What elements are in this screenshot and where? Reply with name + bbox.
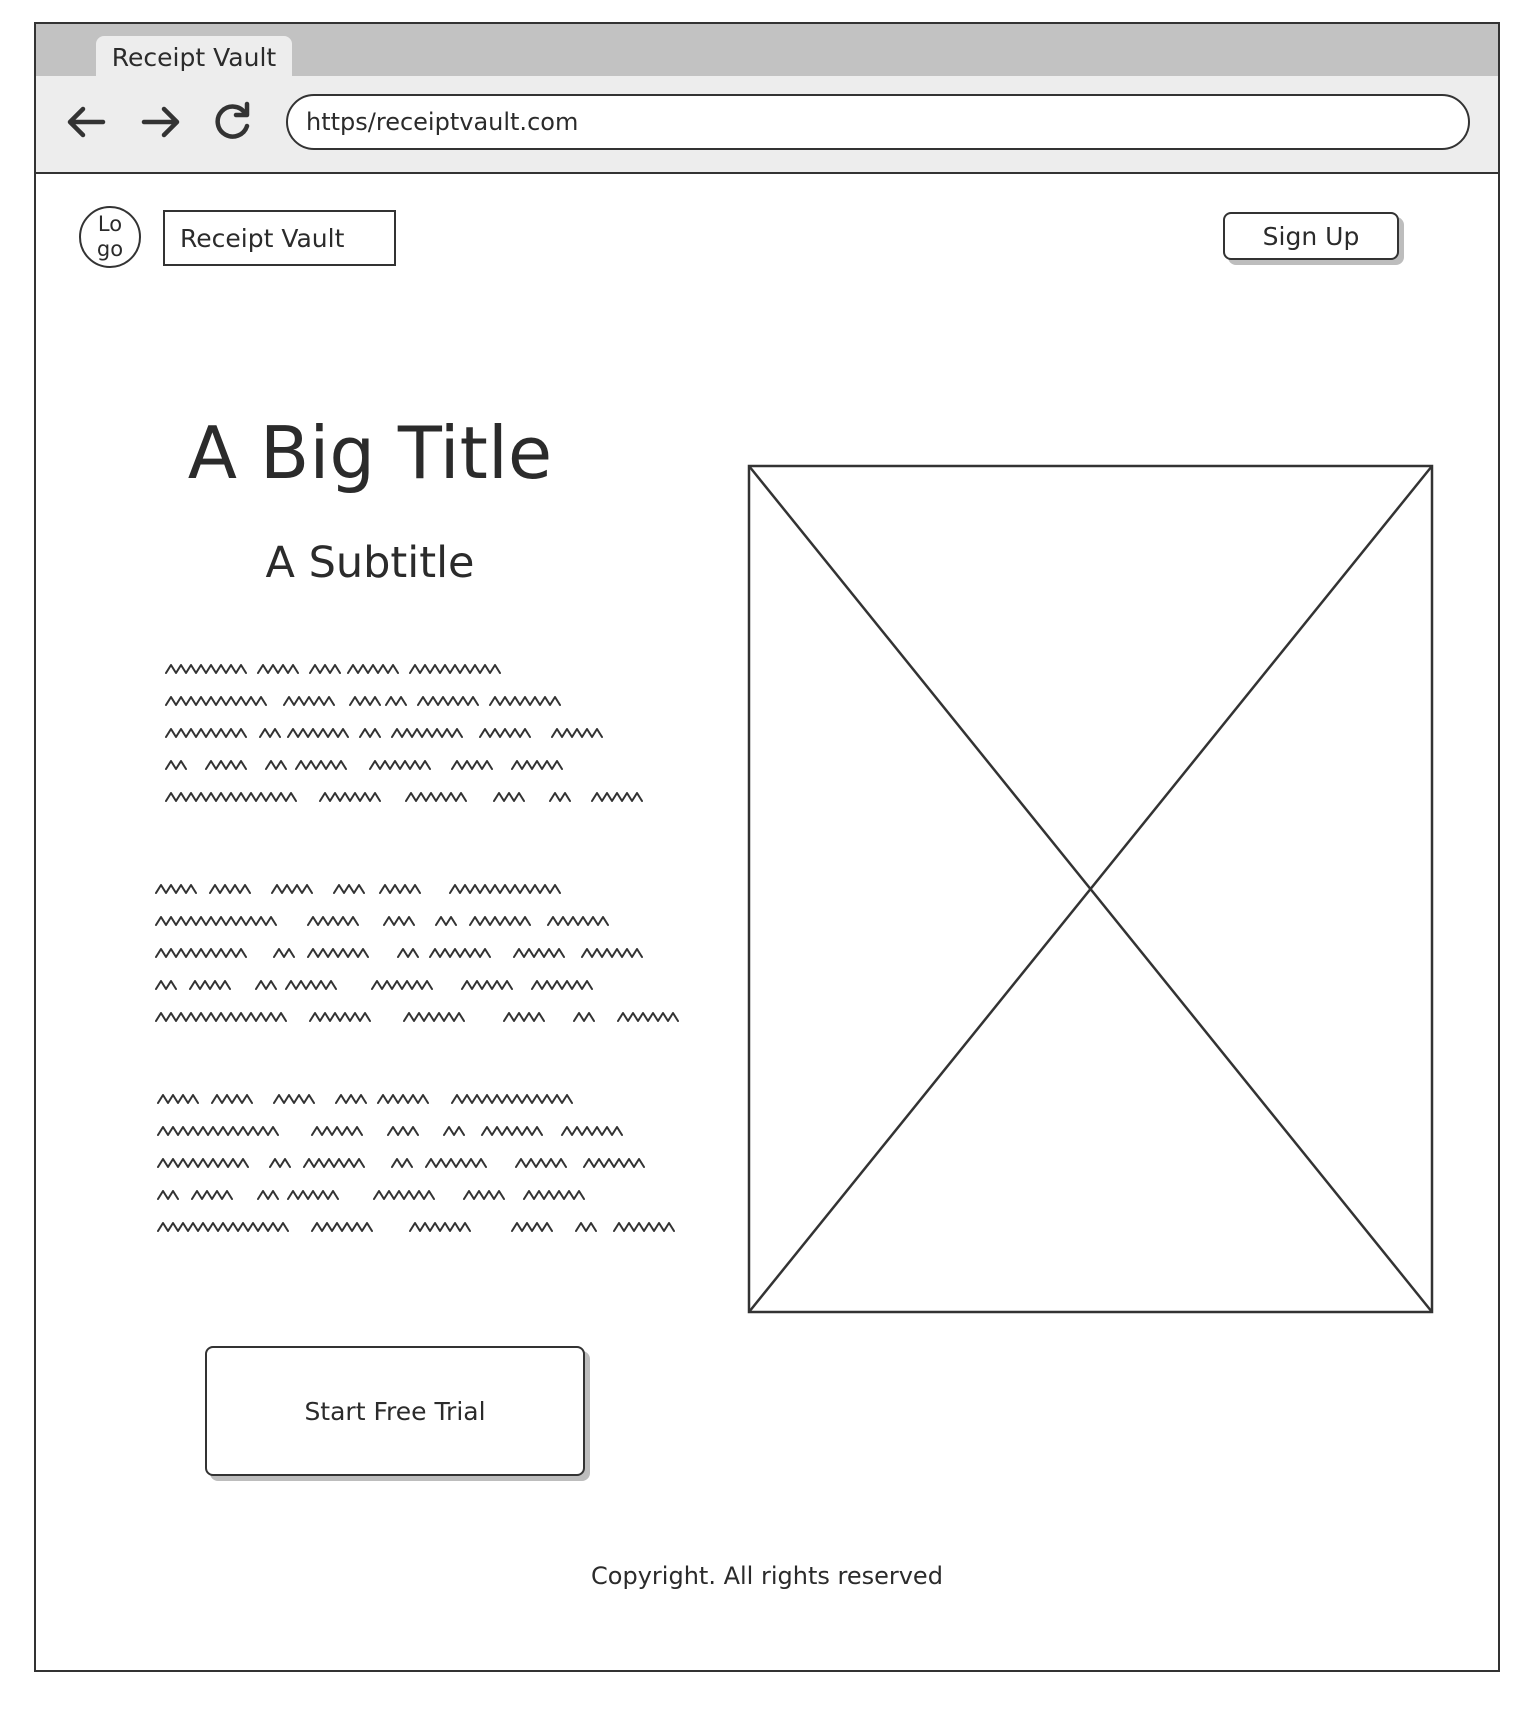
start-free-trial-button[interactable]: Start Free Trial (205, 1346, 585, 1476)
hero-subtitle: A Subtitle (265, 538, 475, 588)
hero-title: A Big Title (187, 411, 553, 495)
tab-strip: Receipt Vault (36, 24, 1498, 78)
browser-toolbar: https/receiptvault.com (36, 76, 1498, 174)
sign-up-label: Sign Up (1262, 221, 1360, 251)
url-text: https/receiptvault.com (306, 108, 579, 136)
brand-name: Receipt Vault (180, 223, 345, 253)
paragraph-scribble-2 (155, 884, 679, 1022)
reload-button[interactable] (204, 94, 260, 150)
image-placeholder (747, 464, 1434, 1314)
reload-icon (215, 101, 250, 139)
logo[interactable]: Lo go (79, 206, 141, 268)
paragraph-scribble-1 (165, 664, 643, 802)
browser-tab[interactable]: Receipt Vault (96, 36, 292, 78)
sign-up-button[interactable]: Sign Up (1223, 212, 1399, 260)
start-free-trial-label: Start Free Trial (304, 1396, 486, 1426)
arrow-right-icon (141, 106, 180, 138)
arrow-left-icon (67, 106, 106, 138)
paragraph-scribble-3 (157, 1094, 675, 1232)
footer-copyright: Copyright. All rights reserved (591, 1562, 943, 1590)
brand-name-box: Receipt Vault (163, 210, 396, 266)
address-bar[interactable]: https/receiptvault.com (286, 94, 1470, 150)
back-button[interactable] (58, 94, 114, 150)
tab-title: Receipt Vault (111, 42, 277, 72)
logo-text-line1: Lo (97, 212, 123, 236)
forward-button[interactable] (133, 94, 189, 150)
logo-text-line2: go (96, 237, 124, 261)
